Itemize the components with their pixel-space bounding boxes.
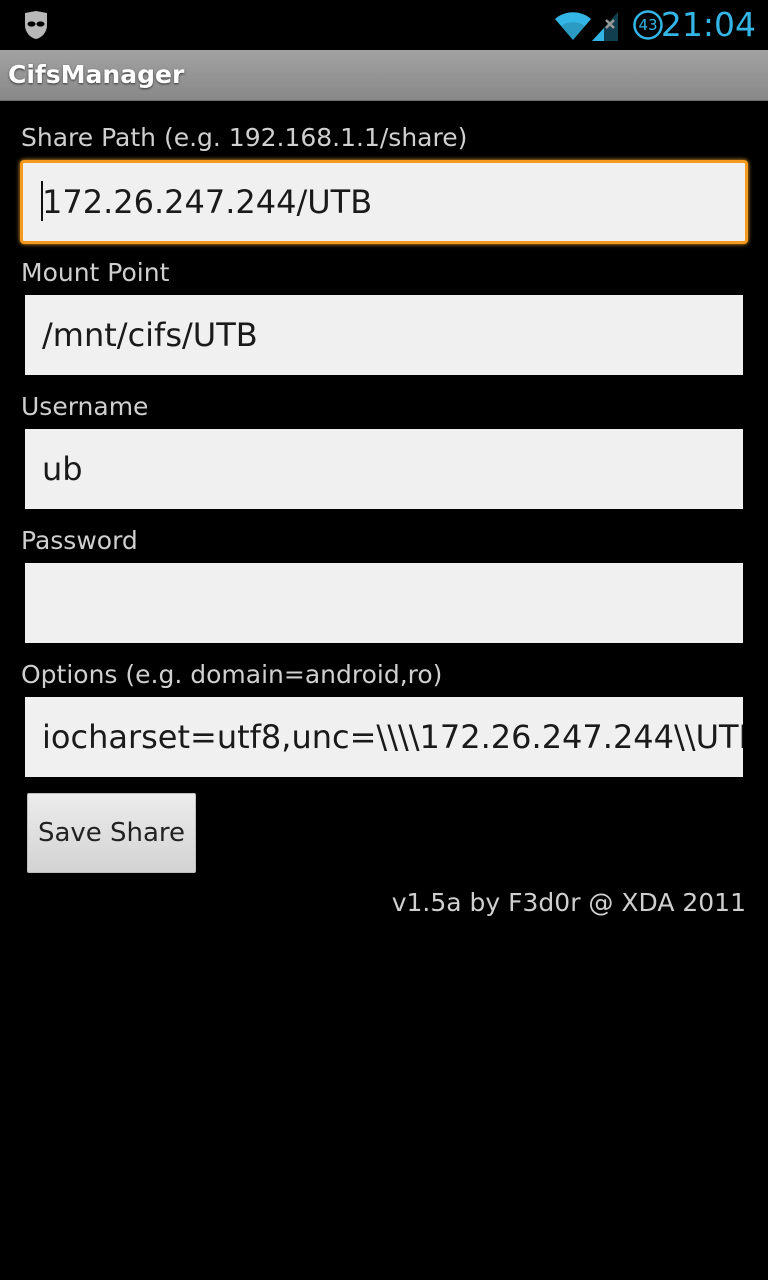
screen: 43 21:04 CifsManager Share Path (e.g. 19… [0, 0, 768, 1280]
wifi-icon [555, 12, 591, 40]
mount-point-label: Mount Point [21, 258, 170, 287]
app-title-bar: CifsManager [0, 50, 768, 101]
status-bar: 43 21:04 [0, 0, 768, 50]
cell-signal-icon [592, 12, 618, 41]
version-credits: v1.5a by F3d0r @ XDA 2011 [391, 888, 746, 917]
text-cursor [41, 181, 43, 221]
options-field[interactable]: iocharset=utf8,unc=\\\\172.26.247.244\\U… [25, 697, 743, 777]
username-field[interactable]: ub [25, 429, 743, 509]
mount-point-value: /mnt/cifs/UTB [42, 316, 258, 354]
password-field[interactable] [25, 563, 743, 643]
share-path-label: Share Path (e.g. 192.168.1.1/share) [21, 123, 468, 152]
app-title: CifsManager [8, 60, 185, 89]
username-value: ub [42, 450, 83, 488]
share-path-field[interactable]: 172.26.247.244/UTB [20, 160, 748, 244]
options-value: iocharset=utf8,unc=\\\\172.26.247.244\\U… [42, 718, 743, 756]
options-label: Options (e.g. domain=android,ro) [21, 660, 443, 689]
password-label: Password [21, 526, 138, 555]
mount-point-field[interactable]: /mnt/cifs/UTB [25, 295, 743, 375]
save-share-button[interactable]: Save Share [27, 793, 196, 873]
username-label: Username [21, 392, 149, 421]
share-path-value: 172.26.247.244/UTB [42, 183, 373, 221]
incognito-mask-icon [25, 11, 47, 39]
status-clock: 21:04 [660, 5, 756, 44]
battery-level: 43 [638, 16, 658, 34]
